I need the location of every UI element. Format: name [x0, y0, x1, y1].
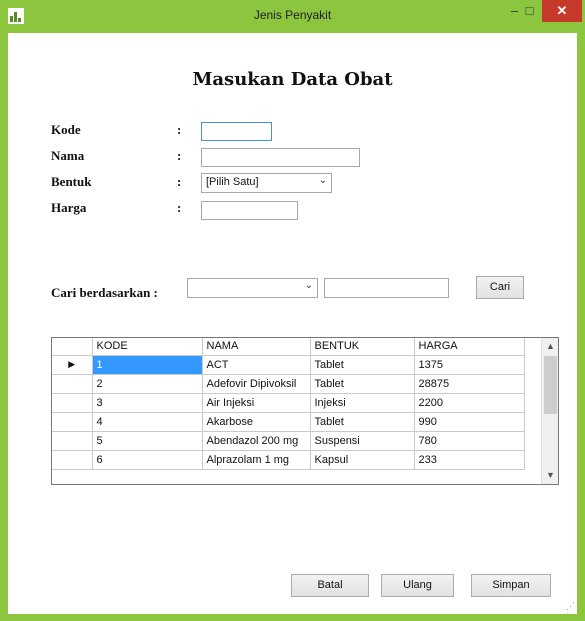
table-cell[interactable]: 6: [92, 450, 203, 470]
nama-input[interactable]: [201, 148, 360, 167]
table-cell[interactable]: Tablet: [310, 374, 415, 394]
row-header[interactable]: [52, 393, 93, 413]
table-cell[interactable]: 3: [92, 393, 203, 413]
ulang-button[interactable]: Ulang: [381, 574, 454, 597]
harga-label: Harga: [51, 200, 87, 215]
column-header-nama[interactable]: NAMA: [202, 338, 311, 356]
table-cell[interactable]: Tablet: [310, 412, 415, 432]
scrollbar-thumb[interactable]: [544, 356, 557, 414]
grid-table: KODE NAMA BENTUK HARGA ▶ 1 ACT Tablet 13…: [52, 338, 525, 470]
table-cell[interactable]: Adefovir Dipivoksil: [202, 374, 311, 394]
harga-input[interactable]: [201, 201, 298, 220]
row-header[interactable]: [52, 412, 93, 432]
table-cell[interactable]: Abendazol 200 mg: [202, 431, 311, 451]
scroll-down-icon[interactable]: ▼: [542, 467, 558, 484]
maximize-button[interactable]: □: [517, 0, 542, 22]
app-window: Jenis Penyakit – □ ✕ Masukan Data Obat K…: [0, 0, 585, 621]
close-button[interactable]: ✕: [542, 0, 582, 22]
search-button[interactable]: Cari: [476, 276, 524, 299]
table-row[interactable]: 6 Alprazolam 1 mg Kapsul 233: [52, 450, 525, 470]
nama-colon: :: [177, 148, 182, 163]
table-cell[interactable]: ACT: [202, 355, 311, 375]
table-cell[interactable]: 1375: [414, 355, 525, 375]
search-label: Cari berdasarkan :: [51, 285, 158, 300]
row-header[interactable]: [52, 374, 93, 394]
nama-label: Nama: [51, 148, 85, 163]
table-cell[interactable]: 4: [92, 412, 203, 432]
table-cell[interactable]: Tablet: [310, 355, 415, 375]
table-cell[interactable]: 5: [92, 431, 203, 451]
bentuk-label: Bentuk: [51, 174, 92, 189]
table-cell[interactable]: Kapsul: [310, 450, 415, 470]
table-cell[interactable]: 28875: [414, 374, 525, 394]
table-cell[interactable]: Suspensi: [310, 431, 415, 451]
harga-colon: :: [177, 200, 182, 215]
title-bar[interactable]: Jenis Penyakit – □ ✕: [0, 0, 585, 33]
scroll-up-icon[interactable]: ▲: [542, 338, 558, 355]
search-field-dropdown[interactable]: ⌄: [187, 278, 318, 298]
page-title: Masukan Data Obat: [192, 69, 393, 90]
row-header[interactable]: [52, 450, 93, 470]
chevron-down-icon: ⌄: [304, 280, 313, 291]
form-client-area: Masukan Data Obat Kode : Nama : Bentuk :…: [8, 33, 577, 614]
window-title: Jenis Penyakit: [253, 8, 332, 22]
kode-colon: :: [177, 122, 182, 137]
simpan-button[interactable]: Simpan: [471, 574, 551, 597]
table-row[interactable]: 4 Akarbose Tablet 990: [52, 412, 525, 432]
current-row-indicator-icon: ▶: [52, 355, 93, 375]
bentuk-colon: :: [177, 174, 182, 189]
table-cell[interactable]: 2200: [414, 393, 525, 413]
table-cell[interactable]: Injeksi: [310, 393, 415, 413]
kode-input[interactable]: [201, 122, 272, 141]
table-cell[interactable]: 1: [92, 355, 203, 375]
search-input[interactable]: [324, 278, 449, 298]
table-cell[interactable]: Akarbose: [202, 412, 311, 432]
table-cell[interactable]: Air Injeksi: [202, 393, 311, 413]
row-header-corner: [52, 338, 93, 356]
table-cell[interactable]: 233: [414, 450, 525, 470]
table-cell[interactable]: 780: [414, 431, 525, 451]
batal-button[interactable]: Batal: [291, 574, 369, 597]
data-grid[interactable]: KODE NAMA BENTUK HARGA ▶ 1 ACT Tablet 13…: [51, 337, 559, 485]
bentuk-dropdown[interactable]: [Pilih Satu] ⌄: [201, 173, 332, 193]
table-row[interactable]: 2 Adefovir Dipivoksil Tablet 28875: [52, 374, 525, 394]
column-header-bentuk[interactable]: BENTUK: [310, 338, 415, 356]
table-row[interactable]: 5 Abendazol 200 mg Suspensi 780: [52, 431, 525, 451]
row-header[interactable]: [52, 431, 93, 451]
table-row[interactable]: 3 Air Injeksi Injeksi 2200: [52, 393, 525, 413]
resize-grip-icon[interactable]: ⋰: [566, 601, 575, 612]
table-row[interactable]: ▶ 1 ACT Tablet 1375: [52, 355, 525, 375]
bentuk-selected-value: [Pilih Satu]: [206, 176, 259, 188]
vertical-scrollbar[interactable]: ▲ ▼: [541, 338, 558, 484]
table-cell[interactable]: 990: [414, 412, 525, 432]
column-header-harga[interactable]: HARGA: [414, 338, 525, 356]
kode-label: Kode: [51, 122, 81, 137]
grid-header-row: KODE NAMA BENTUK HARGA: [52, 338, 525, 356]
table-cell[interactable]: Alprazolam 1 mg: [202, 450, 311, 470]
table-cell[interactable]: 2: [92, 374, 203, 394]
chevron-down-icon: ⌄: [318, 175, 327, 186]
column-header-kode[interactable]: KODE: [92, 338, 203, 356]
